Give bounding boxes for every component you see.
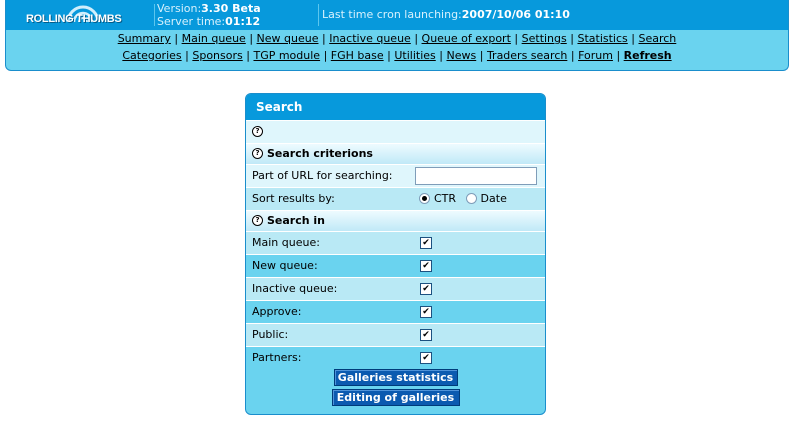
search-in-label: Inactive queue: [252,282,338,295]
nav-link-categories[interactable]: Categories [122,49,181,62]
panel-title: Search [246,94,545,120]
nav-link-news[interactable]: News [446,49,476,62]
section-title: Search criterions [267,147,373,160]
help-icon[interactable]: ? [252,147,263,159]
search-in-label: Public: [252,328,289,341]
panel-buttons: Galleries statistics Editing of gallerie… [246,369,545,409]
search-in-row-main-queue: Main queue: ✔ [246,231,545,254]
nav-separator: | [414,32,419,45]
sort-label: Sort results by: [252,192,335,205]
nav-separator: | [570,32,574,45]
cron-label: Last time cron launching: [322,8,462,21]
header-divider [154,4,155,26]
nav-separator: | [185,49,189,62]
nav-separator: | [321,32,326,45]
main-queue-checkbox[interactable]: ✔ [420,237,432,249]
header-bar: ROLLING THUMBS Version:3.30 Beta Server … [5,0,789,71]
nav-link-utilities[interactable]: Utilities [394,49,435,62]
nav-separator: | [616,49,621,62]
search-panel: Search ? ? Search criterions Part of URL … [245,93,546,415]
nav-link-traders-search[interactable]: Traders search [487,49,567,62]
version-line: Version:3.30 Beta [157,2,261,15]
section-title: Search in [267,214,326,227]
help-icon[interactable]: ? [252,214,263,226]
url-search-input[interactable] [415,167,537,185]
search-in-row-public: Public: ✔ [246,323,545,346]
logo-text: ROLLING THUMBS [26,13,122,25]
search-in-row-new-queue: New queue: ✔ [246,254,545,277]
galleries-statistics-button[interactable]: Galleries statistics [333,369,458,386]
nav-link-sponsors[interactable]: Sponsors [192,49,242,62]
nav-separator: | [570,49,575,62]
logo: ROLLING THUMBS [12,2,152,28]
help-icon[interactable]: ? [252,125,263,137]
nav-link-queue-of-export[interactable]: Queue of export [422,32,511,45]
version-value: 3.30 Beta [201,2,261,15]
nav-separator: | [387,49,391,62]
search-in-row-approve: Approve: ✔ [246,300,545,323]
sort-ctr-radio[interactable] [419,192,430,204]
nav-link-inactive-queue[interactable]: Inactive queue [329,32,411,45]
section-search-in: ? Search in [246,210,545,231]
public-checkbox[interactable]: ✔ [420,329,432,341]
cron-line: Last time cron launching:2007/10/06 01:1… [322,8,570,21]
nav-separator: | [323,49,328,62]
server-time-line: Server time:01:12 [157,15,260,28]
nav-link-search[interactable]: Search [638,32,676,45]
nav-link-main-queue[interactable]: Main queue [182,32,246,45]
sort-radio-group: CTR Date [419,188,513,210]
cron-value: 2007/10/06 01:10 [461,8,570,21]
server-time-label: Server time: [157,15,226,28]
url-row: Part of URL for searching: [246,164,545,187]
sort-ctr-label: CTR [434,192,457,205]
sort-date-radio[interactable] [465,192,477,204]
sort-date-label: Date [480,192,507,205]
search-in-label: Partners: [252,351,302,364]
partners-checkbox[interactable]: ✔ [420,352,432,364]
server-time-value: 01:12 [225,15,261,28]
nav-link-forum[interactable]: Forum [578,49,613,62]
approve-checkbox[interactable]: ✔ [420,306,432,318]
inactive-queue-checkbox[interactable]: ✔ [420,283,432,295]
editing-of-galleries-button[interactable]: Editing of galleries [331,389,460,406]
nav-link-statistics[interactable]: Statistics [577,32,627,45]
sort-row: Sort results by: CTR Date [246,187,545,210]
header-top: ROLLING THUMBS Version:3.30 Beta Server … [6,0,788,30]
main-nav: Summary | Main queue | New queue | Inact… [6,30,788,64]
search-in-row-inactive-queue: Inactive queue: ✔ [246,277,545,300]
help-row: ? [246,120,545,143]
header-divider [318,4,319,26]
nav-link-settings[interactable]: Settings [522,32,567,45]
nav-separator: | [249,32,254,45]
nav-link-new-queue[interactable]: New queue [257,32,319,45]
nav-separator: | [246,49,250,62]
nav-link-refresh[interactable]: Refresh [624,49,672,62]
nav-row-1: Summary | Main queue | New queue | Inact… [6,30,788,47]
search-in-row-partners: Partners: ✔ [246,346,545,369]
url-label: Part of URL for searching: [252,169,393,182]
nav-separator: | [439,49,443,62]
new-queue-checkbox[interactable]: ✔ [420,260,432,272]
nav-link-fgh-base[interactable]: FGH base [331,49,384,62]
search-in-label: Approve: [252,305,302,318]
version-label: Version: [157,2,202,15]
nav-separator: | [631,32,635,45]
nav-separator: | [479,49,484,62]
nav-separator: | [174,32,179,45]
nav-link-summary[interactable]: Summary [118,32,171,45]
search-in-label: New queue: [252,259,318,272]
nav-separator: | [514,32,519,45]
nav-link-tgp-module[interactable]: TGP module [253,49,320,62]
section-search-criterions: ? Search criterions [246,143,545,164]
search-in-label: Main queue: [252,236,320,249]
nav-row-2: Categories | Sponsors | TGP module | FGH… [6,47,788,64]
